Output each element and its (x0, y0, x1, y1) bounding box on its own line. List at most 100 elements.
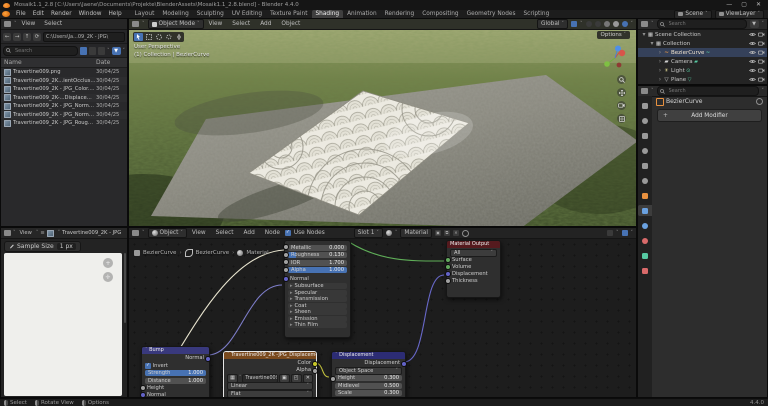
editor-type-icon[interactable] (132, 21, 139, 27)
interpolation-dropdown[interactable]: Linear˅ (227, 382, 313, 390)
editor-type-icon[interactable] (4, 230, 11, 236)
tweak-tool-icon[interactable] (134, 33, 143, 41)
workspace-tab[interactable]: Shading (312, 10, 344, 18)
hamburger-icon[interactable]: ≡ (40, 230, 44, 236)
node-material-output[interactable]: Material Output All˅ Surface Volume Disp… (446, 240, 501, 298)
editor-type-icon[interactable] (132, 230, 139, 236)
outliner-row[interactable]: › Light (638, 66, 767, 75)
menu-item[interactable]: Render (48, 10, 75, 18)
hide-eye-icon[interactable] (749, 32, 756, 37)
tab-render[interactable] (638, 115, 652, 126)
disable-render-camera-icon[interactable] (758, 59, 765, 64)
disable-render-camera-icon[interactable] (758, 41, 765, 46)
tab-output[interactable] (638, 130, 652, 141)
file-search[interactable] (3, 46, 78, 56)
filter-icon[interactable]: ▼ (112, 47, 121, 55)
disable-render-camera-icon[interactable] (758, 50, 765, 55)
node-field[interactable]: Height0.300 (335, 375, 402, 381)
copy-material-button[interactable]: ⧉ (444, 230, 450, 236)
node-principled-bsdf[interactable]: Metallic0.000 Roughness0.130 IOR1.700 Al… (284, 240, 351, 338)
menu-item[interactable]: Window (76, 10, 105, 18)
filter-icon[interactable]: ▼ (750, 20, 759, 28)
file-browser-menu[interactable]: Select (42, 21, 64, 27)
image-scrollbar[interactable] (124, 253, 126, 323)
disable-render-camera-icon[interactable] (758, 32, 765, 37)
node-section[interactable]: ▸Emission (288, 316, 347, 322)
use-nodes-checkbox[interactable]: ✓ (285, 230, 291, 236)
column-name[interactable]: Name (4, 59, 96, 66)
pin-icon[interactable] (462, 230, 469, 237)
node-field[interactable]: Midlevel0.500 (335, 383, 402, 389)
outliner-search[interactable] (657, 19, 747, 29)
editor-type-icon[interactable] (4, 21, 11, 27)
display-horizontal-list-button[interactable] (89, 47, 96, 55)
select-lasso-tool-icon[interactable] (164, 33, 173, 41)
invert-checkbox[interactable]: ✓ (145, 363, 151, 369)
select-box-tool-icon[interactable] (144, 33, 153, 41)
node-title[interactable]: ˅ Travertine009_2K -JPG_Displacement (224, 352, 316, 359)
toggle-perspective-icon[interactable] (617, 114, 626, 123)
snap-magnet-icon[interactable] (607, 230, 613, 236)
input-socket[interactable] (445, 278, 451, 284)
shading-solid-icon[interactable] (604, 21, 610, 27)
menu-item[interactable]: Edit (30, 10, 47, 18)
image-move-gizmo[interactable]: ✛ (103, 272, 113, 282)
hide-eye-icon[interactable] (749, 68, 756, 73)
pin-icon[interactable] (756, 98, 763, 105)
socket-height-in[interactable] (330, 376, 336, 382)
unlink-material-button[interactable]: ✕ (453, 230, 459, 236)
hide-eye-icon[interactable] (749, 41, 756, 46)
workspace-tab[interactable]: Texture Paint (266, 10, 311, 18)
maximize-button[interactable]: ▢ (741, 0, 747, 10)
shader-editor-menu[interactable]: Add (242, 230, 257, 236)
workspace-tab[interactable]: Sculpting (193, 10, 228, 18)
node-field[interactable]: Strength1.000 (145, 370, 206, 376)
outliner-row[interactable]: › Camera (638, 57, 767, 66)
viewport-menu[interactable]: Add (258, 21, 273, 27)
file-row[interactable]: Travertine009_2K - JPG_Roughness... 30/0… (1, 119, 127, 128)
viewport-menu[interactable]: Select (230, 21, 252, 27)
gizmo-x-axis[interactable] (619, 50, 625, 56)
hide-eye-icon[interactable] (749, 77, 756, 82)
tab-scene[interactable] (638, 160, 652, 171)
image-editor-view-menu[interactable]: View (18, 230, 34, 236)
workspace-tab[interactable]: Geometry Nodes (463, 10, 520, 18)
disable-render-camera-icon[interactable] (758, 77, 765, 82)
shading-material-icon[interactable] (613, 21, 619, 27)
editor-type-icon[interactable] (641, 88, 648, 94)
select-circle-tool-icon[interactable] (154, 33, 163, 41)
node-field[interactable]: IOR1.700 (288, 260, 347, 266)
back-button[interactable]: ← (3, 33, 11, 41)
new-material-button[interactable]: ▣ (435, 230, 441, 236)
file-browser-menu[interactable]: View (20, 21, 38, 27)
move-view-icon[interactable] (617, 88, 626, 97)
column-date[interactable]: Date (96, 59, 124, 66)
display-thumbnails-button[interactable] (98, 47, 105, 55)
refresh-button[interactable]: ⟳ (33, 33, 41, 41)
node-field[interactable]: Roughness0.130 (288, 252, 347, 258)
workspace-tab[interactable]: Scripting (519, 10, 553, 18)
shader-editor-menu[interactable]: Select (214, 230, 236, 236)
zoom-icon[interactable] (617, 75, 626, 84)
sample-size-value[interactable]: 1 px (57, 243, 76, 250)
input-socket[interactable] (445, 271, 451, 277)
cursor-tool-icon[interactable] (174, 33, 183, 41)
tab-world[interactable] (638, 175, 652, 186)
node-title[interactable]: ˅ Bump (142, 347, 209, 354)
socket-normal-in[interactable] (283, 276, 289, 282)
socket-alpha[interactable] (283, 267, 289, 273)
tab-tool[interactable] (638, 100, 652, 111)
file-row[interactable]: Travertine009_2K - JPG_NormalGL.j.. 30/0… (1, 111, 127, 120)
shader-editor-menu[interactable]: View (190, 230, 208, 236)
hide-eye-icon[interactable] (749, 50, 756, 55)
viewport-menu[interactable]: Object (279, 21, 302, 27)
workspace-tab[interactable]: Compositing (418, 10, 462, 18)
shader-editor-menu[interactable]: Node (263, 230, 282, 236)
socket-normal-out[interactable] (205, 356, 211, 362)
hide-eye-icon[interactable] (749, 59, 756, 64)
outliner-row[interactable]: ▾ Collection (638, 39, 767, 48)
snap-magnet-icon[interactable] (571, 21, 577, 27)
viewport-menu[interactable]: View (207, 21, 225, 27)
menu-item[interactable]: File (13, 10, 29, 18)
node-field[interactable]: Metallic0.000 (288, 245, 347, 251)
